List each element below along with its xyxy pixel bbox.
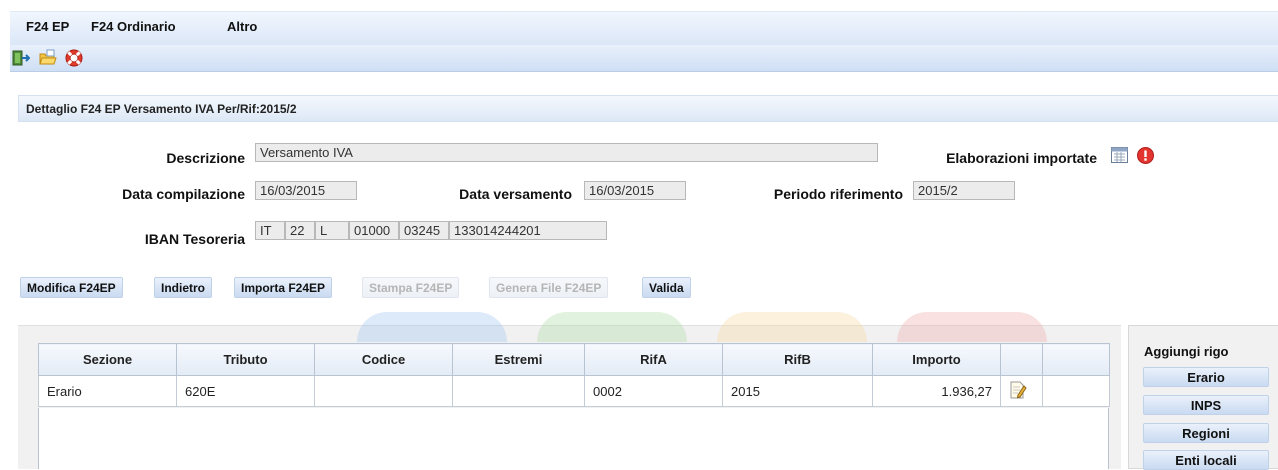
watermark-shape: [717, 312, 867, 342]
table-header-row: Sezione Tributo Codice Estremi RifA RifB…: [38, 343, 1110, 376]
calendar-icon[interactable]: [1111, 147, 1128, 166]
column-header[interactable]: Sezione: [38, 343, 177, 376]
valida-button[interactable]: Valida: [642, 277, 691, 298]
iban-label: IBAN Tesoreria: [144, 231, 245, 247]
menu-bar: F24 EP F24 Ordinario Altro: [10, 11, 1278, 45]
toolbar: [10, 45, 1278, 72]
menu-f24-ordinario[interactable]: F24 Ordinario: [91, 19, 176, 34]
iban-country-field[interactable]: [255, 221, 285, 240]
descrizione-label: Descrizione: [166, 150, 245, 166]
add-enti-locali-button[interactable]: Enti locali: [1143, 450, 1269, 470]
column-header[interactable]: Estremi: [452, 343, 585, 376]
data-versamento-label: Data versamento: [459, 186, 572, 202]
f24-rows-table: Sezione Tributo Codice Estremi RifA RifB…: [38, 343, 1110, 407]
watermark-shape: [357, 312, 507, 342]
iban-cin-field[interactable]: [315, 221, 349, 240]
cell-rifa: 0002: [584, 375, 723, 407]
modifica-f24ep-button[interactable]: Modifica F24EP: [20, 277, 123, 298]
column-header[interactable]: Codice: [314, 343, 453, 376]
column-header[interactable]: Importo: [872, 343, 1001, 376]
add-inps-button[interactable]: INPS: [1143, 395, 1269, 415]
panel-title: Dettaglio F24 EP Versamento IVA Per/Rif:…: [18, 95, 1278, 122]
periodo-riferimento-label: Periodo riferimento: [773, 186, 903, 202]
menu-f24ep[interactable]: F24 EP: [26, 19, 69, 34]
add-erario-button[interactable]: Erario: [1143, 367, 1269, 387]
grid-empty-space: [38, 408, 1109, 469]
iban-account-field[interactable]: [449, 221, 607, 240]
menu-altro[interactable]: Altro: [227, 19, 257, 34]
cell-empty: [1042, 375, 1110, 407]
cell-tributo: 620E: [176, 375, 315, 407]
add-regioni-button[interactable]: Regioni: [1143, 423, 1269, 443]
column-header[interactable]: Tributo: [176, 343, 315, 376]
column-header: [1042, 343, 1110, 376]
add-row-title: Aggiungi rigo: [1144, 344, 1229, 359]
cell-importo: 1.936,27: [872, 375, 1001, 407]
cell-edit: [1000, 375, 1043, 407]
periodo-riferimento-field[interactable]: [913, 181, 1015, 200]
column-header[interactable]: RifA: [584, 343, 723, 376]
iban-cab-field[interactable]: [399, 221, 449, 240]
iban-abi-field[interactable]: [349, 221, 399, 240]
exit-icon[interactable]: [12, 49, 30, 67]
watermark-shape: [537, 312, 687, 342]
importa-f24ep-button[interactable]: Importa F24EP: [234, 277, 333, 298]
elaborazioni-label: Elaborazioni importate: [946, 150, 1097, 166]
descrizione-field[interactable]: [255, 143, 878, 162]
stampa-f24ep-button: Stampa F24EP: [362, 277, 460, 298]
edit-icon[interactable]: [1009, 381, 1027, 402]
column-header: [1000, 343, 1043, 376]
data-versamento-field[interactable]: [584, 181, 686, 200]
data-compilazione-label: Data compilazione: [122, 186, 245, 202]
open-folder-icon[interactable]: [39, 49, 57, 67]
indietro-button[interactable]: Indietro: [154, 277, 212, 298]
help-lifebuoy-icon[interactable]: [65, 49, 83, 67]
table-row[interactable]: Erario 620E 0002 2015 1.936,27: [38, 375, 1110, 407]
iban-check-field[interactable]: [285, 221, 315, 240]
cell-codice: [314, 375, 453, 407]
alert-icon[interactable]: [1137, 147, 1154, 167]
cell-rifb: 2015: [722, 375, 873, 407]
genera-file-f24ep-button: Genera File F24EP: [489, 277, 609, 298]
cell-sezione: Erario: [38, 375, 177, 407]
cell-estremi: [452, 375, 585, 407]
column-header[interactable]: RifB: [722, 343, 873, 376]
watermark-shape: [897, 312, 1047, 342]
data-compilazione-field[interactable]: [255, 181, 357, 200]
